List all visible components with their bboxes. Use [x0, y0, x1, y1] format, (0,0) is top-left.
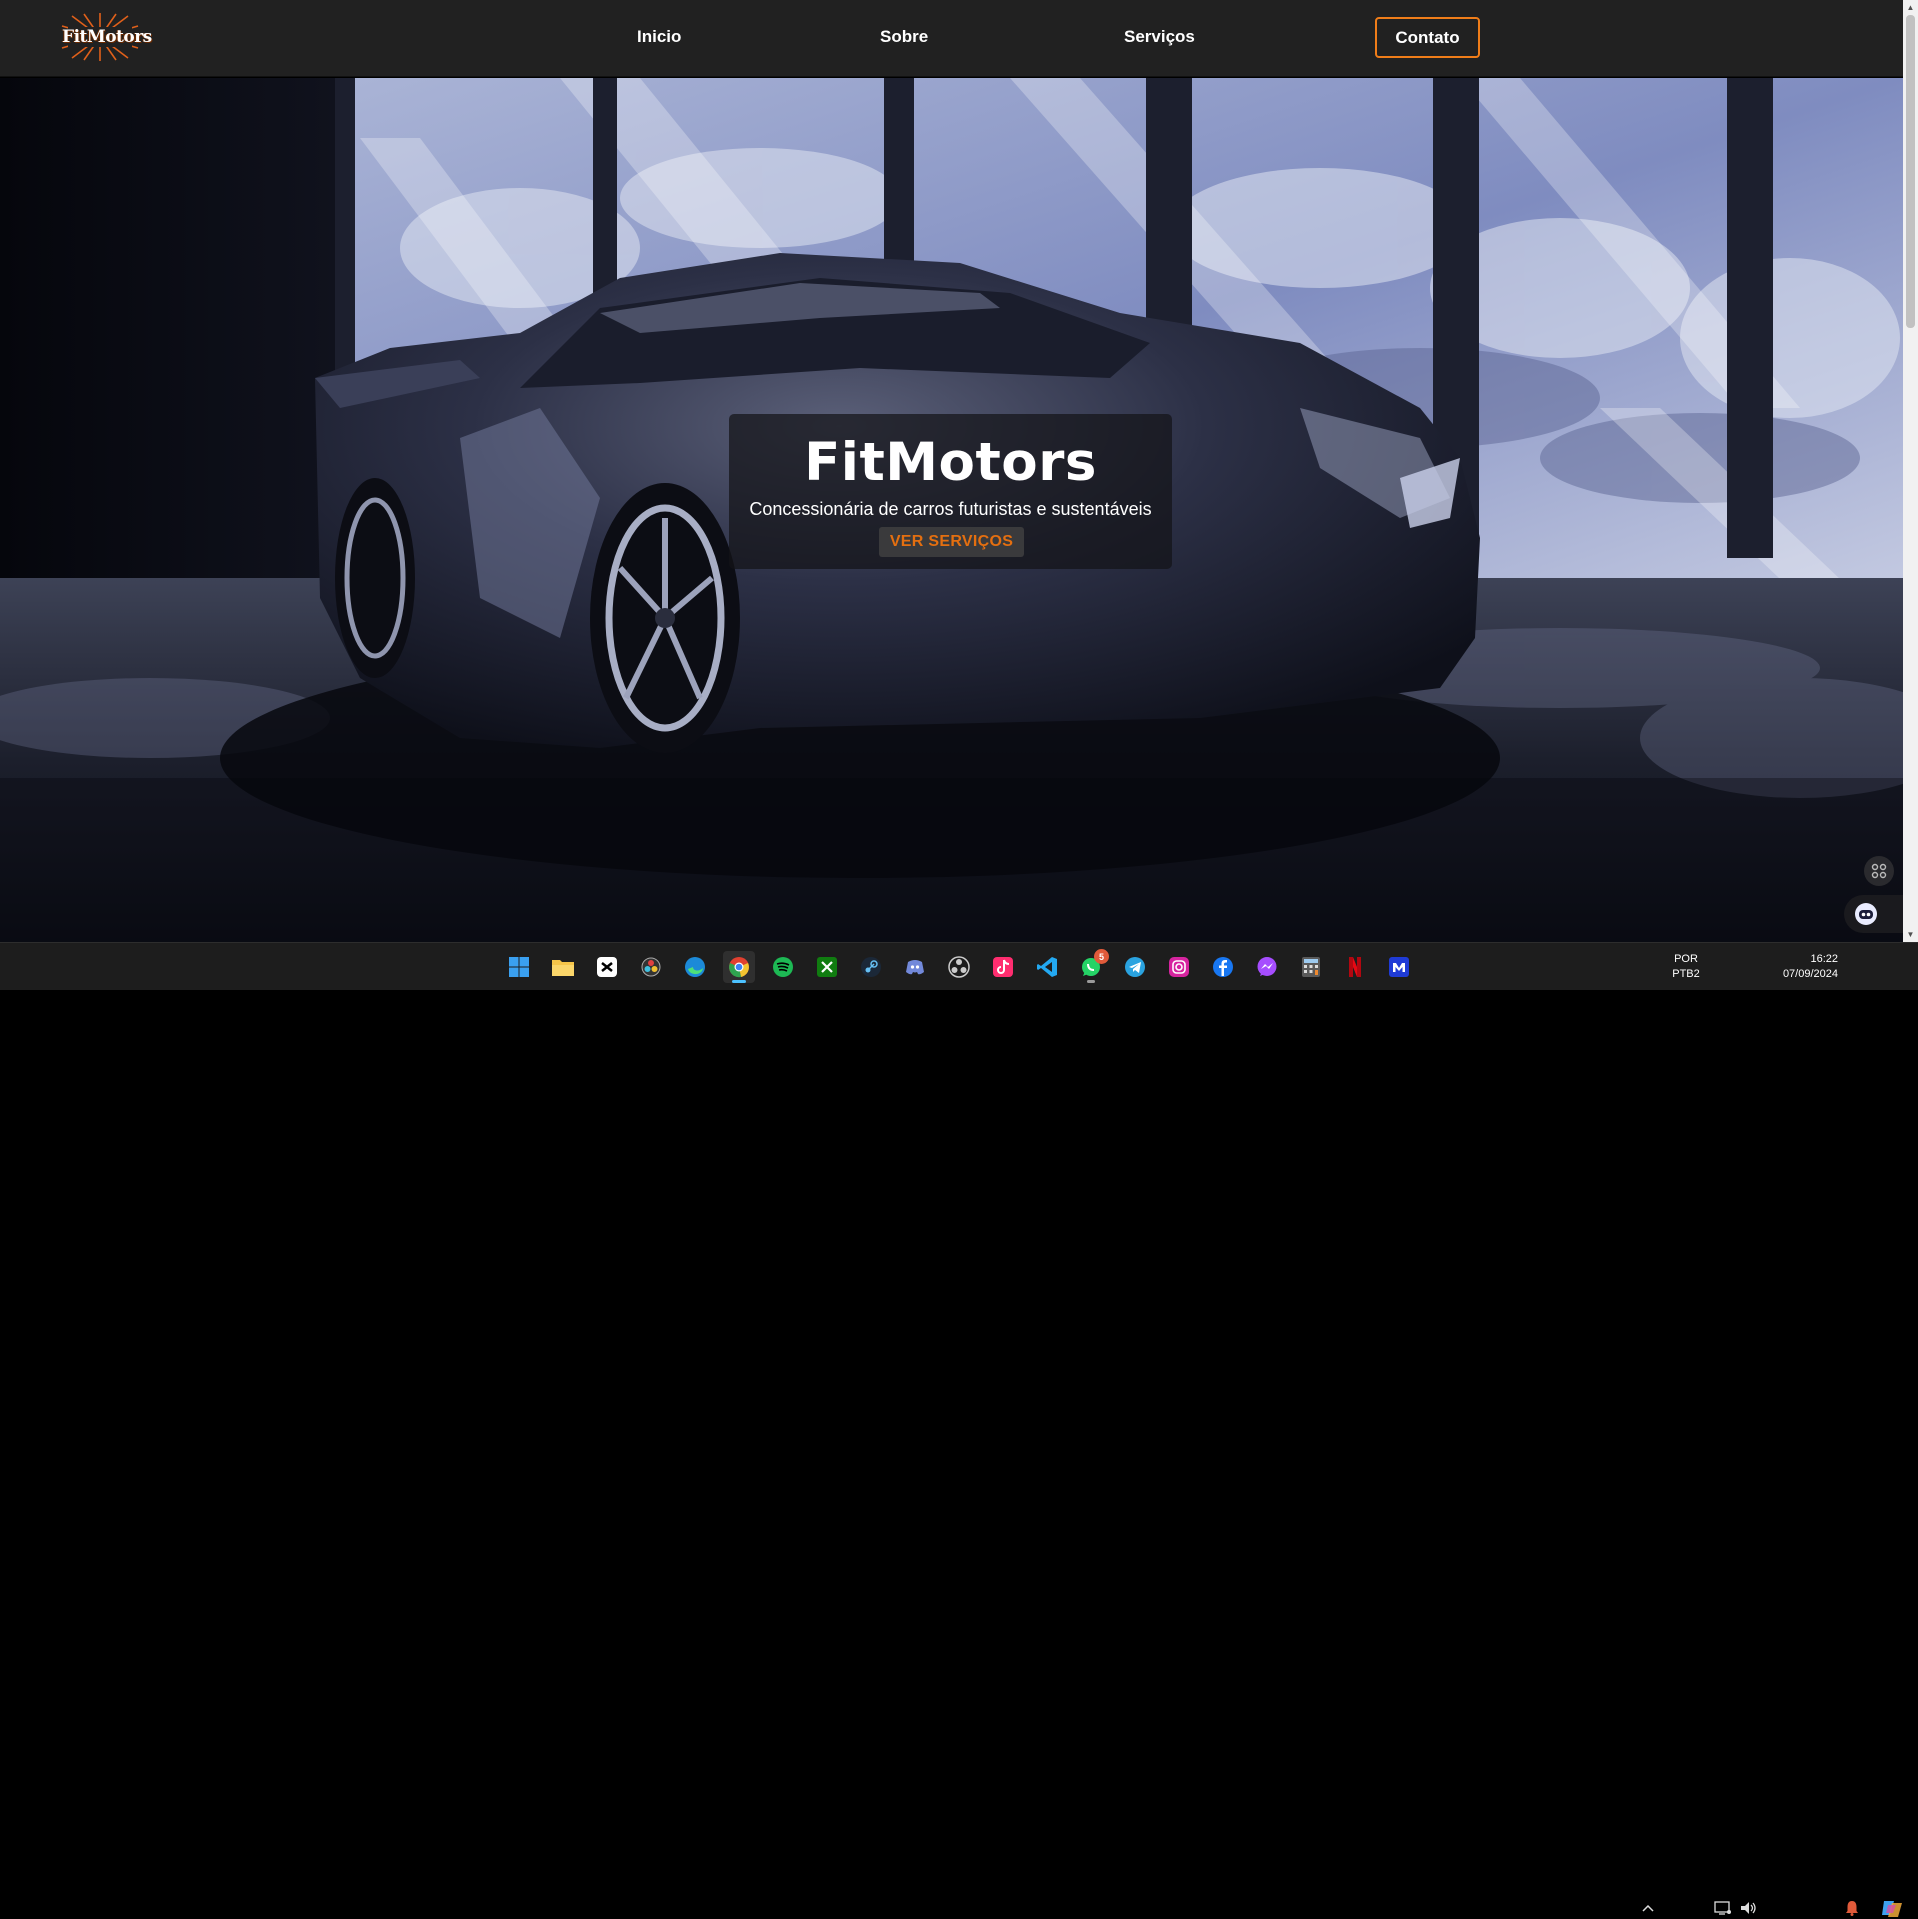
clock[interactable]: 16:22 07/09/2024	[1768, 952, 1838, 982]
scroll-thumb[interactable]	[1906, 15, 1915, 328]
nav-inicio[interactable]: Inicio	[637, 27, 681, 47]
keyboard-layout: PTB2	[1672, 968, 1700, 980]
capcut-icon[interactable]	[591, 951, 623, 983]
ver-servicos-button[interactable]: VER SERVIÇOS	[879, 527, 1024, 557]
nav-sobre[interactable]: Sobre	[880, 27, 928, 47]
telegram-icon[interactable]	[1119, 951, 1151, 983]
volume-icon[interactable]	[1738, 1898, 1758, 1918]
whatsapp-icon[interactable]: 5	[1075, 949, 1109, 983]
obs-icon[interactable]	[943, 951, 975, 983]
notification-badge: 5	[1094, 949, 1109, 964]
edge-icon[interactable]	[679, 951, 711, 983]
language-indicator[interactable]: POR PTB2	[1660, 952, 1712, 982]
site-header: FitMotors Inicio Sobre Serviços Contato	[0, 0, 1903, 77]
network-icon[interactable]	[1713, 1898, 1733, 1918]
calculator-icon[interactable]	[1295, 951, 1327, 983]
m-app-icon[interactable]	[1383, 951, 1415, 983]
hero-subtitle: Concessionária de carros futuristas e su…	[749, 499, 1152, 519]
clock-date: 07/09/2024	[1782, 968, 1838, 980]
davinci-resolve-icon[interactable]	[635, 951, 667, 983]
chrome-icon[interactable]	[723, 951, 755, 983]
discord-icon[interactable]	[899, 951, 931, 983]
notification-bell-icon[interactable]	[1842, 1898, 1862, 1918]
shortcut-grid-icon[interactable]	[1864, 856, 1894, 886]
windows-taskbar: 5 POR PTB2 16:22 07/09/2024	[0, 942, 1918, 1917]
file-explorer-icon[interactable]	[547, 951, 579, 983]
hero-section: FitMotors Concessionária de carros futur…	[0, 78, 1903, 942]
tiktok-icon[interactable]	[987, 951, 1019, 983]
fitmotors-logo[interactable]: FitMotors	[60, 12, 152, 62]
nav-contato-button[interactable]: Contato	[1375, 17, 1480, 58]
instagram-icon[interactable]	[1163, 951, 1195, 983]
scroll-down-arrow-icon[interactable]: ▼	[1903, 927, 1918, 942]
windows-start-icon[interactable]	[503, 951, 535, 983]
xbox-icon[interactable]	[811, 951, 843, 983]
nav-servicos[interactable]: Serviços	[1124, 27, 1195, 47]
facebook-icon[interactable]	[1207, 951, 1239, 983]
netflix-icon[interactable]	[1339, 951, 1371, 983]
logo-text: FitMotors	[62, 27, 152, 47]
running-indicator	[1087, 980, 1095, 983]
messenger-icon[interactable]	[1251, 951, 1283, 983]
vscode-icon[interactable]	[1031, 951, 1063, 983]
assistant-bot-icon[interactable]	[1844, 895, 1903, 933]
scroll-up-arrow-icon[interactable]: ▲	[1903, 0, 1918, 15]
clock-time: 16:22	[1810, 953, 1838, 965]
hero-card: FitMotors Concessionária de carros futur…	[729, 414, 1172, 569]
running-indicator	[732, 980, 746, 983]
language-code: POR	[1674, 953, 1698, 965]
hero-title: FitMotors	[804, 432, 1097, 493]
chevron-up-icon[interactable]	[1638, 1898, 1658, 1918]
copilot-icon[interactable]	[1877, 1898, 1907, 1918]
spotify-icon[interactable]	[767, 951, 799, 983]
page-scrollbar[interactable]: ▲ ▼	[1903, 0, 1918, 942]
steam-icon[interactable]	[855, 951, 887, 983]
